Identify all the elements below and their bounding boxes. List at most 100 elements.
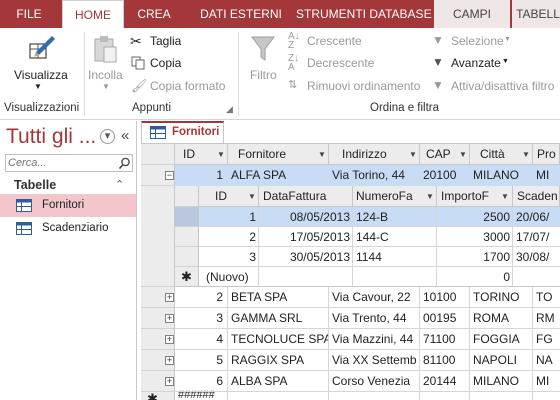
collapse-subdatasheet-icon[interactable]: − [165,171,174,180]
cell-prov[interactable]: RM [533,308,560,329]
sub-row-selector[interactable] [175,247,199,267]
cell-id[interactable]: 6 [175,371,228,392]
collapse-section-icon[interactable]: ⌃ [115,178,124,191]
sub-cell-id[interactable]: 1 [199,207,259,227]
cell-cap[interactable]: 20100 [420,165,470,186]
cell-prov[interactable]: TO [533,287,560,308]
expand-subdatasheet-icon[interactable]: + [165,377,174,386]
cell-citta[interactable]: MILANO [470,165,533,186]
cell-prov[interactable]: NA [533,350,560,371]
cell-citta[interactable]: MILANO [470,371,533,392]
column-dropdown-icon[interactable]: ▼ [501,187,509,206]
cell-indirizzo[interactable]: Via Torino, 44 [329,165,420,186]
column-dropdown-icon[interactable]: ▼ [217,145,225,164]
attiva-disattiva-filtro-button[interactable]: ▼ Attiva/disattiva filtro [432,78,560,96]
crescente-button[interactable]: A↓ Z Crescente [288,32,388,51]
copia-formato-button[interactable]: 🖌 Copia formato [130,78,234,96]
tab-dati-esterni[interactable]: DATI ESTERNI [188,0,294,28]
nav-item-scadenziario[interactable]: Scadenziario [0,217,136,240]
expand-subdatasheet-icon[interactable]: + [165,356,174,365]
sub-row-selector[interactable] [175,207,199,227]
cell-citta[interactable]: NAPOLI [470,350,533,371]
column-header-fornitore[interactable]: Fornitore ▼ [228,144,329,165]
nav-section-tabelle[interactable]: Tabelle [14,178,56,192]
cell-id[interactable]: 2 [175,287,228,308]
column-dropdown-icon[interactable]: ▼ [409,145,417,164]
cell-fornitore[interactable]: ALFA SPA [228,165,329,186]
rimuovi-ordinamento-button[interactable]: ⇅ Rimuovi ordinamento [288,78,428,96]
collapse-pane-icon[interactable]: « [121,127,129,144]
sub-cell-importo[interactable]: 3000 [437,227,513,247]
selezione-button[interactable]: ▼ Selezione ▼ [432,33,532,51]
cell-cap[interactable]: 71100 [420,329,470,350]
cell-prov[interactable]: FG [533,329,560,350]
column-header-indirizzo[interactable]: Indirizzo ▼ [329,144,420,165]
expand-subdatasheet-icon[interactable]: + [165,314,174,323]
document-tab-fornitori[interactable]: Fornitori [141,121,224,143]
sub-column-header-id[interactable]: ID ▼ [199,186,259,207]
cell-cap[interactable]: 00195 [420,308,470,329]
cell-prov[interactable]: MI [533,371,560,392]
sub-column-header-datafattura[interactable]: DataFattura [259,186,353,207]
tab-tabella[interactable]: TABELLA [512,0,560,28]
cell-prov[interactable]: MI [533,165,560,186]
cell-id[interactable]: 1 [175,165,228,186]
column-dropdown-icon[interactable]: ▼ [426,187,434,206]
decrescente-button[interactable]: Z↓ A Decrescente [288,54,388,73]
cell-fornitore[interactable]: GAMMA SRL [228,308,329,329]
cell-id[interactable]: 4 [175,329,228,350]
column-header-id[interactable]: ID ▼ [175,144,228,165]
cell-citta[interactable]: FOGGIA [470,329,533,350]
column-dropdown-icon[interactable]: ▼ [522,145,530,164]
sub-cell-id[interactable]: 3 [199,247,259,267]
cell-citta[interactable]: ROMA [470,308,533,329]
sub-cell-numero[interactable]: 1144 [353,247,437,267]
column-dropdown-icon[interactable]: ▼ [459,145,467,164]
column-dropdown-icon[interactable]: ▼ [318,145,326,164]
avanzate-button[interactable]: ▼ Avanzate ▼ [432,55,532,73]
sub-new-row-label[interactable]: (Nuovo) [203,267,283,287]
dialog-launcher-icon[interactable]: ◢ [226,104,233,115]
cell-indirizzo[interactable]: Via Mazzini, 44 [329,329,420,350]
search-input[interactable] [6,155,110,171]
cell-id[interactable]: 5 [175,350,228,371]
new-record-icon[interactable]: ✱ [141,392,175,400]
sub-cell-scadenza[interactable]: 20/06/ [513,207,560,227]
filtro-button[interactable]: Filtro [244,30,284,98]
cell-cap[interactable]: 20144 [420,371,470,392]
sub-column-header-importo[interactable]: ImportoF ▼ [437,186,513,207]
sub-cell-data[interactable]: 30/05/2013 [259,247,353,267]
cell-fornitore[interactable]: RAGGIX SPA [228,350,329,371]
incolla-button[interactable]: Incolla ▼ [86,30,126,98]
column-header-prov[interactable]: Pro [533,144,560,165]
sub-new-row-importo[interactable]: 0 [437,267,513,287]
sub-cell-numero[interactable]: 124-B [353,207,437,227]
sub-cell-data[interactable]: 17/05/2013 [259,227,353,247]
sub-cell-data[interactable]: 08/05/2013 [259,207,353,227]
new-record-icon[interactable]: ✱ [175,267,199,287]
column-header-citta[interactable]: Città ▼ [470,144,533,165]
cell-cap[interactable]: 81100 [420,350,470,371]
cell-indirizzo[interactable]: Via Trento, 44 [329,308,420,329]
cell-cap[interactable]: 10100 [420,287,470,308]
column-header-cap[interactable]: CAP ▼ [420,144,470,165]
sub-row-selector[interactable] [175,227,199,247]
visualizza-button[interactable]: Visualizza ▼ [4,30,72,98]
cell-fornitore[interactable]: TECNOLUCE SPA [228,329,329,350]
cell-fornitore[interactable]: BETA SPA [228,287,329,308]
sub-column-header-numerofattura[interactable]: NumeroFa ▼ [353,186,437,207]
sub-cell-numero[interactable]: 144-C [353,227,437,247]
sub-cell-importo[interactable]: 2500 [437,207,513,227]
sub-column-header-scadenza[interactable]: Scaden [513,186,560,207]
cell-fornitore[interactable]: ALBA SPA [228,371,329,392]
sub-cell-scadenza[interactable]: 17/07/ [513,227,560,247]
copia-button[interactable]: Copia [130,55,230,73]
expand-subdatasheet-icon[interactable]: + [165,335,174,344]
sub-select-all-corner[interactable] [175,186,199,207]
sub-cell-importo[interactable]: 1700 [437,247,513,267]
nav-item-fornitori[interactable]: Fornitori [0,194,136,217]
select-all-corner[interactable] [141,144,175,165]
cell-indirizzo[interactable]: Corso Venezia [329,371,420,392]
cell-id[interactable]: 3 [175,308,228,329]
tab-crea[interactable]: CREA [128,0,180,28]
